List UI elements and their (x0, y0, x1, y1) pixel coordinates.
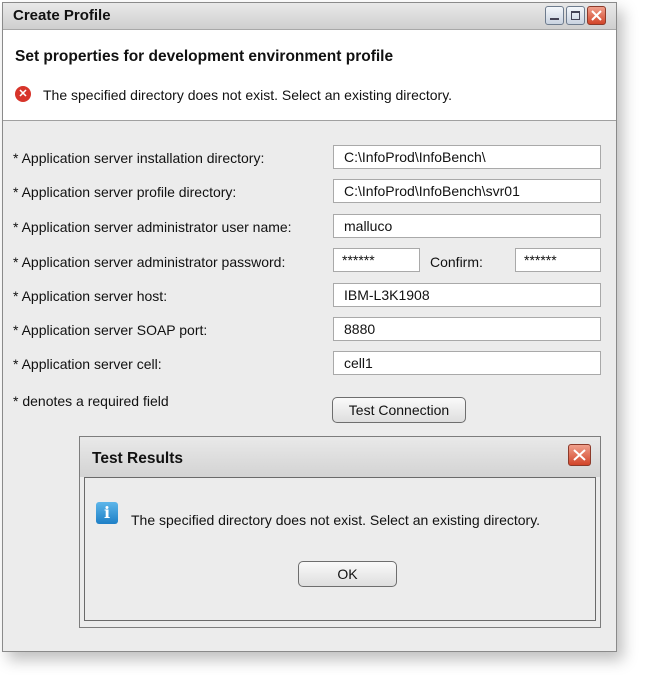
header-panel: Set properties for development environme… (3, 30, 616, 121)
error-x-icon: ✕ (15, 86, 31, 102)
minimize-button[interactable] (545, 6, 564, 25)
confirm-password-input[interactable] (515, 248, 601, 272)
dialog-message: The specified directory does not exist. … (131, 512, 541, 528)
admin-user-input[interactable] (333, 214, 601, 238)
close-button[interactable] (587, 6, 606, 25)
title-bar[interactable]: Create Profile (3, 3, 616, 30)
profile-dir-input[interactable] (333, 179, 601, 203)
confirm-label: Confirm: (430, 254, 483, 270)
dialog-close-button[interactable] (568, 444, 591, 466)
host-input[interactable] (333, 283, 601, 307)
install-dir-label: * Application server installation direct… (13, 150, 265, 166)
profile-dir-label: * Application server profile directory: (13, 184, 237, 200)
minimize-icon (550, 18, 559, 20)
page-heading: Set properties for development environme… (15, 48, 394, 65)
info-icon: i (96, 502, 118, 524)
soap-port-input[interactable] (333, 317, 601, 341)
cell-input[interactable] (333, 351, 601, 375)
cell-label: * Application server cell: (13, 356, 162, 372)
dialog-title-bar[interactable]: Test Results (80, 437, 600, 477)
admin-user-label: * Application server administrator user … (13, 219, 292, 235)
soap-port-label: * Application server SOAP port: (13, 322, 208, 338)
install-dir-input[interactable] (333, 145, 601, 169)
close-icon (591, 10, 602, 21)
admin-password-input[interactable] (333, 248, 420, 272)
dialog-title: Test Results (92, 450, 184, 467)
admin-password-label: * Application server administrator passw… (13, 254, 286, 270)
close-icon (573, 449, 586, 461)
dialog-body: i The specified directory does not exist… (84, 477, 596, 621)
test-results-dialog: Test Results i The specified directory d… (79, 436, 601, 628)
host-label: * Application server host: (13, 288, 168, 304)
test-connection-button[interactable]: Test Connection (332, 397, 466, 423)
window-title: Create Profile (13, 7, 111, 24)
error-message: The specified directory does not exist. … (43, 87, 453, 103)
required-note: * denotes a required field (13, 393, 169, 409)
maximize-icon (571, 11, 580, 20)
ok-button[interactable]: OK (298, 561, 397, 587)
maximize-button[interactable] (566, 6, 585, 25)
